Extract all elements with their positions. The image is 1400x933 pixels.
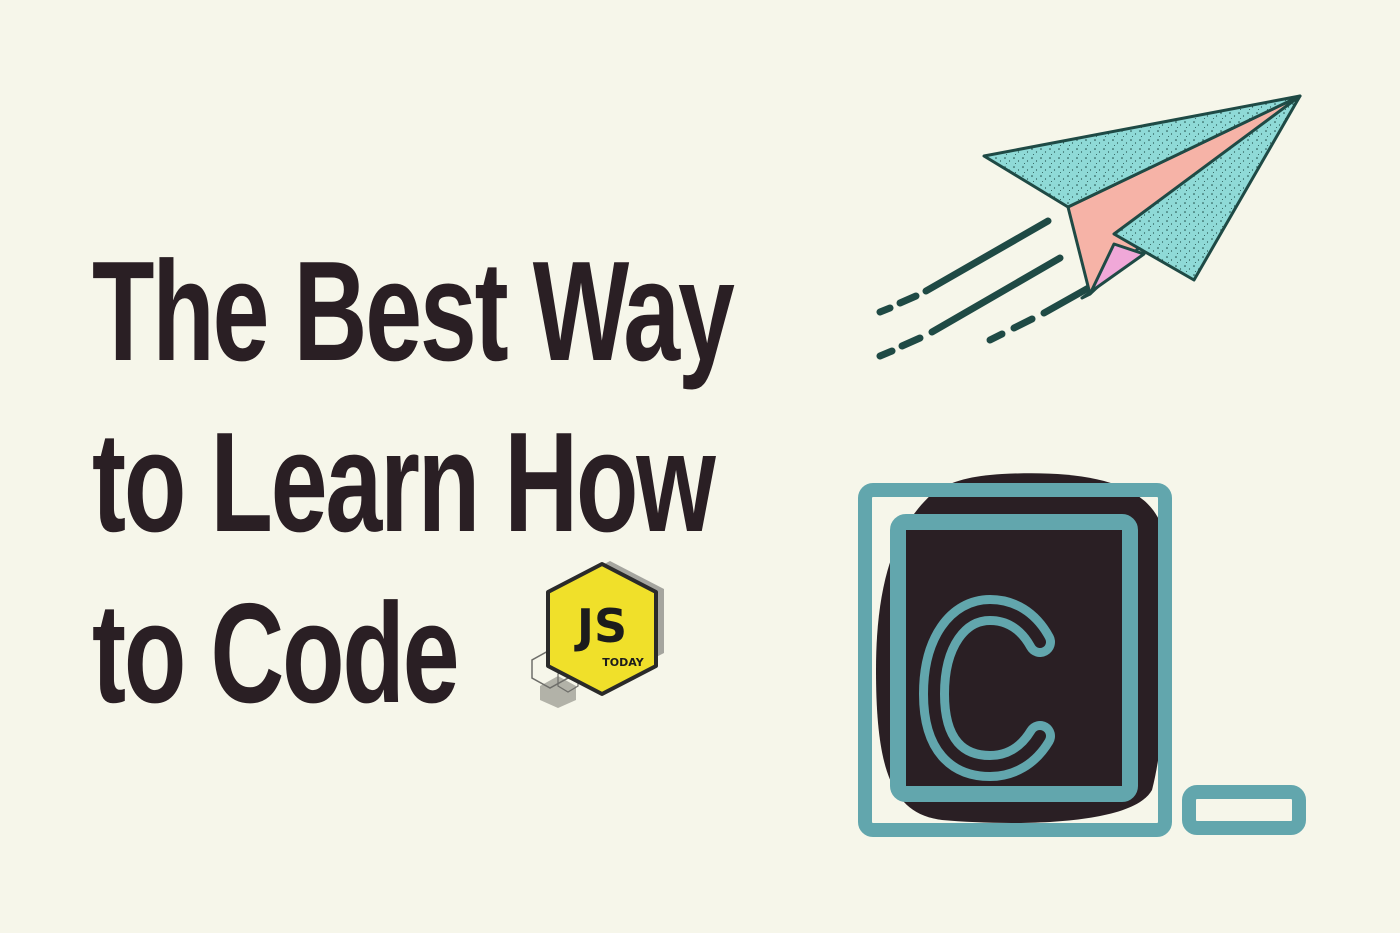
headline-line-2: to Learn How	[92, 403, 716, 562]
code-terminal-icon	[852, 470, 1322, 850]
thumbnail-canvas: The Best Way to Learn How to Code JS TOD…	[0, 0, 1400, 933]
logo-today-text: TODAY	[602, 656, 644, 669]
logo-js-text: JS	[574, 599, 627, 653]
paper-plane-icon	[868, 84, 1318, 374]
speed-lines	[876, 217, 1112, 360]
plane-body	[982, 94, 1302, 300]
headline-line-1: The Best Way	[92, 232, 735, 391]
js-today-logo: JS TODAY	[528, 558, 670, 708]
code-icon-cursor-bar	[1182, 785, 1306, 835]
